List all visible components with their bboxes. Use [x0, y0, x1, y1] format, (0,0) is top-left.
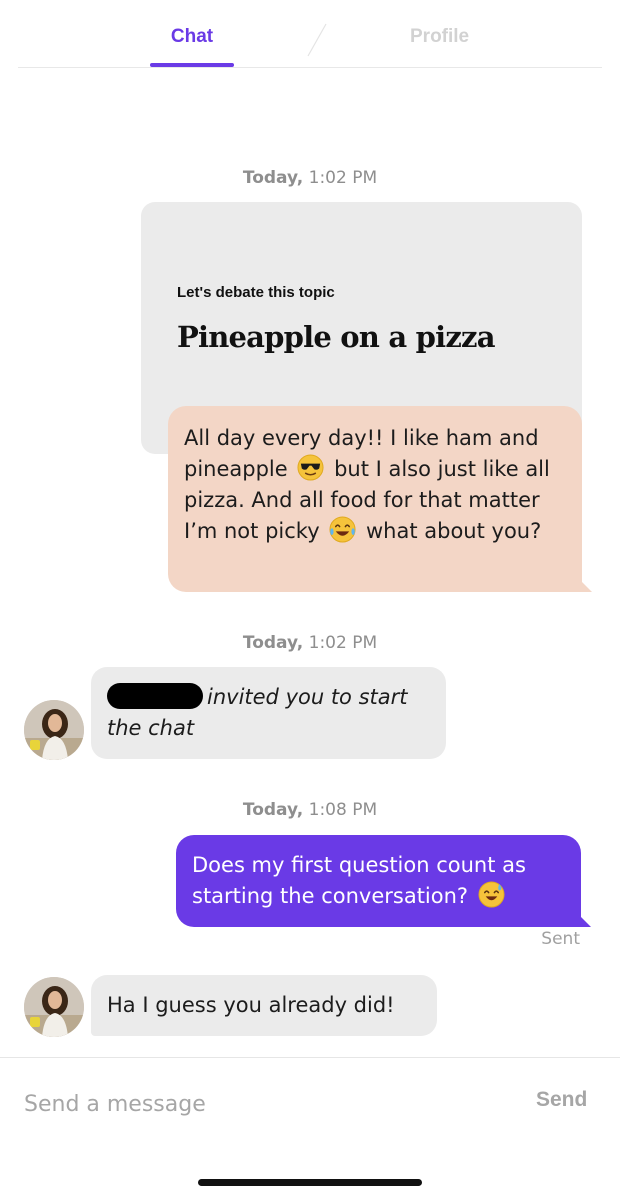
profile-photo-icon — [24, 977, 84, 1037]
tears-of-joy-emoji-icon — [329, 516, 356, 543]
timestamp: Today, 1:02 PM — [242, 168, 378, 188]
topic-label: Let's debate this topic — [177, 284, 335, 301]
tab-chat[interactable]: Chat — [150, 26, 234, 48]
topic-title: Pineapple on a pizza — [177, 320, 496, 354]
bubble-tail — [578, 578, 592, 592]
active-tab-indicator — [150, 63, 234, 67]
message-bubble-incoming[interactable]: Ha I guess you already did! — [91, 975, 437, 1036]
system-invite-message: invited you to start the chat — [91, 667, 446, 759]
avatar[interactable] — [24, 700, 84, 760]
timestamp: Today, 1:02 PM — [242, 633, 378, 653]
send-button[interactable]: Send — [536, 1088, 587, 1112]
composer-divider — [0, 1057, 620, 1058]
bubble-tail — [577, 913, 591, 927]
message-bubble-outgoing[interactable]: Does my first question count as starting… — [176, 835, 591, 927]
tab-bar: Chat Profile — [18, 0, 602, 68]
message-bubble-reply[interactable]: All day every day!! I like ham and pinea… — [168, 406, 592, 592]
timestamp: Today, 1:08 PM — [242, 800, 378, 820]
sunglasses-emoji-icon — [297, 454, 324, 481]
tab-divider — [307, 23, 327, 57]
tab-profile[interactable]: Profile — [410, 26, 469, 48]
sweat-smile-emoji-icon — [478, 881, 505, 908]
avatar[interactable] — [24, 977, 84, 1037]
message-input[interactable] — [24, 1087, 494, 1121]
message-status: Sent — [541, 929, 580, 949]
home-indicator[interactable] — [198, 1179, 422, 1186]
profile-photo-icon — [24, 700, 84, 760]
redacted-name — [107, 683, 203, 709]
